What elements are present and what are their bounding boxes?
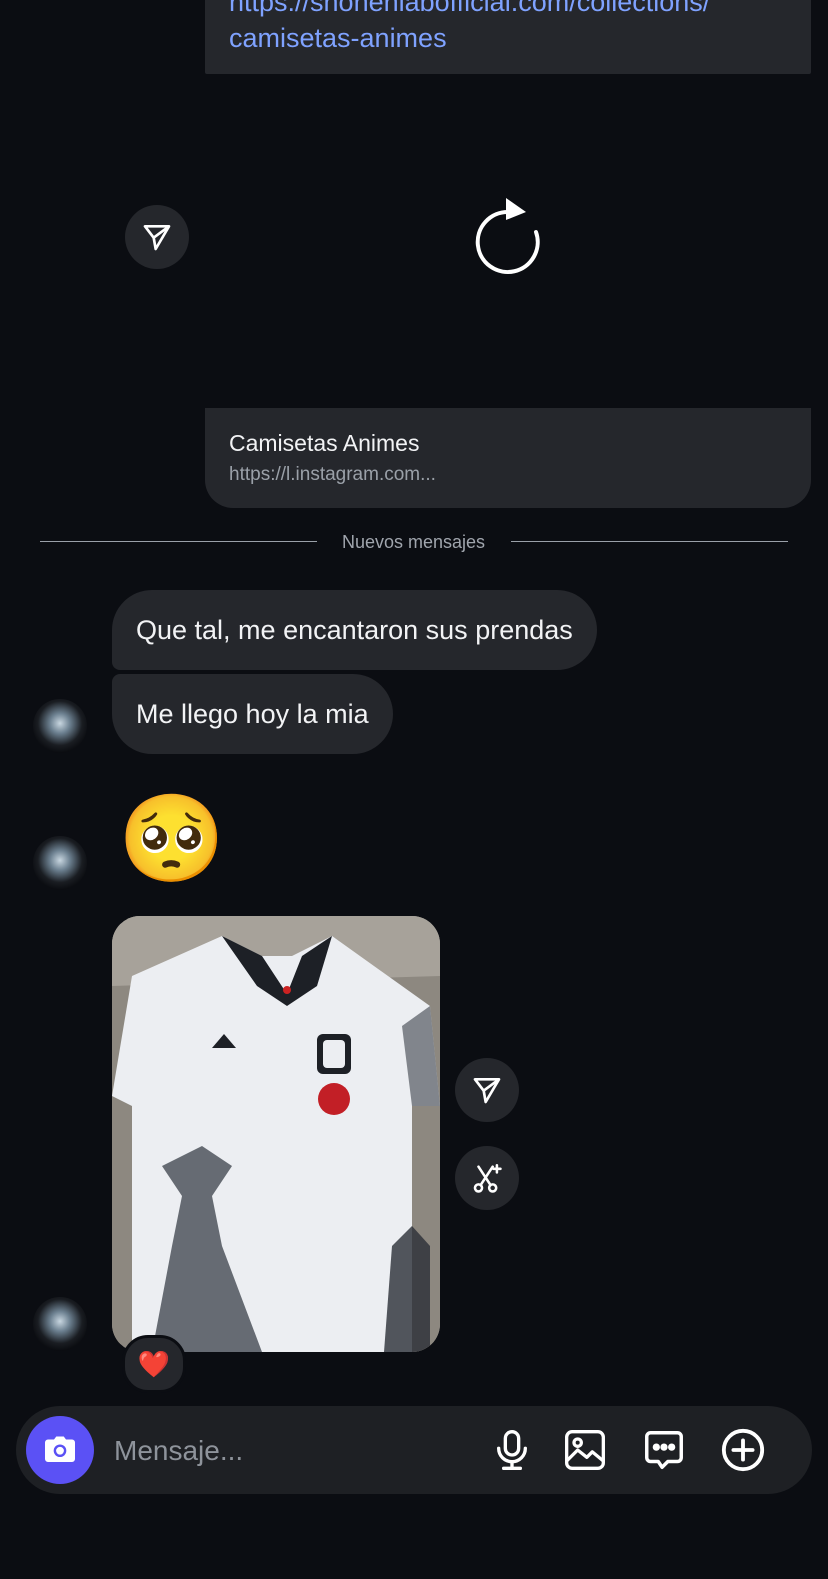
sticker-button[interactable]: [640, 1426, 688, 1474]
divider-line-right: [511, 541, 788, 542]
remix-button[interactable]: [455, 1146, 519, 1210]
emoji-message[interactable]: 🥺: [118, 796, 225, 882]
message-text: Que tal, me encantaron sus prendas: [136, 614, 573, 645]
message-bubble[interactable]: Me llego hoy la mia: [112, 674, 393, 754]
shared-link-url[interactable]: https://shonenlabofficial.com/collection…: [229, 0, 789, 56]
new-messages-divider: Nuevos mensajes: [341, 532, 486, 552]
chat-bubble-icon: [645, 1431, 683, 1469]
message-input[interactable]: [112, 1428, 466, 1474]
plus-circle-icon: [721, 1428, 765, 1472]
photo-message[interactable]: [112, 916, 440, 1352]
remix-icon: [473, 1163, 502, 1193]
link-preview-title: Camisetas Animes: [229, 430, 420, 456]
send-icon: [473, 1078, 501, 1104]
camera-button[interactable]: [26, 1416, 94, 1484]
link-preview-card[interactable]: Camisetas Animes https://l.instagram.com…: [205, 408, 811, 508]
share-photo-button[interactable]: [455, 1058, 519, 1122]
add-button[interactable]: [719, 1426, 767, 1474]
microphone-icon: [497, 1430, 527, 1470]
share-button[interactable]: [125, 205, 189, 269]
avatar[interactable]: [33, 1297, 87, 1351]
reload-icon[interactable]: [474, 196, 542, 276]
send-icon: [143, 225, 171, 251]
avatar[interactable]: [33, 699, 87, 753]
avatar[interactable]: [33, 836, 87, 890]
microphone-button[interactable]: [488, 1426, 536, 1474]
divider-line-left: [40, 541, 317, 542]
link-preview-url: https://l.instagram.com...: [229, 464, 436, 485]
gallery-icon: [565, 1430, 605, 1470]
gallery-button[interactable]: [561, 1426, 609, 1474]
camera-icon: [45, 1436, 75, 1462]
message-text: Me llego hoy la mia: [136, 698, 369, 729]
shared-link-url-card[interactable]: https://shonenlabofficial.com/collection…: [205, 0, 811, 74]
message-bubble[interactable]: Que tal, me encantaron sus prendas: [112, 590, 597, 670]
reaction-heart[interactable]: ❤️: [122, 1335, 186, 1393]
message-composer: [16, 1406, 812, 1494]
